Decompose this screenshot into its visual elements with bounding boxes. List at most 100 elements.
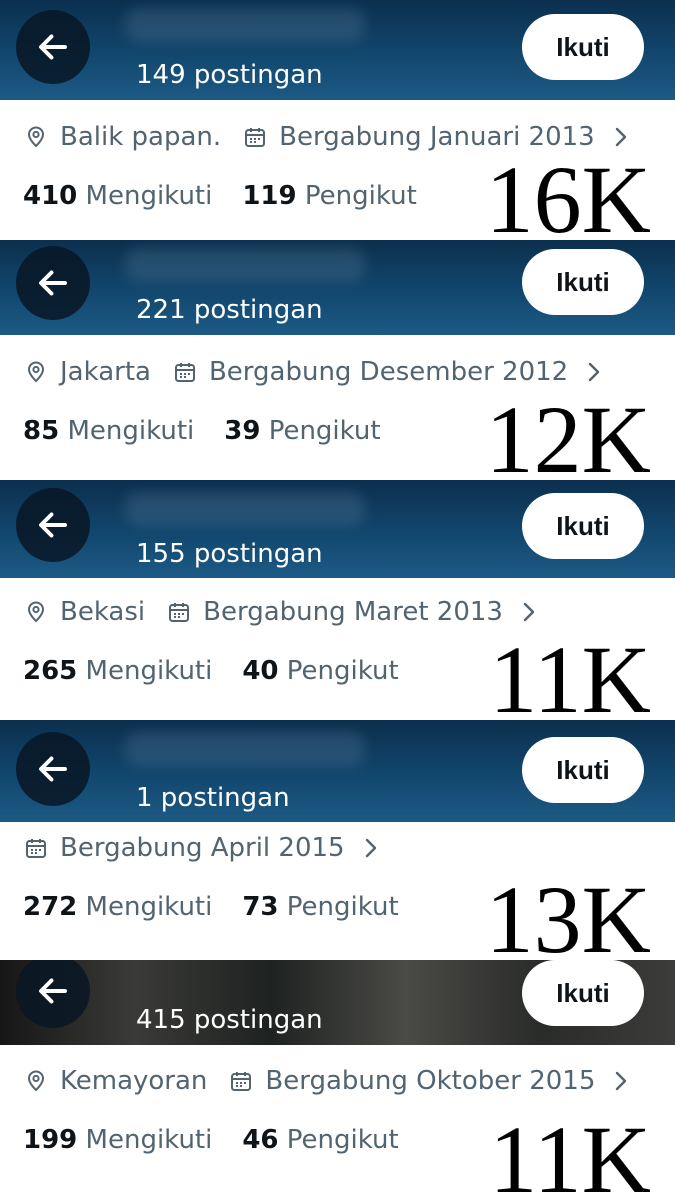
following-label: Mengikuti [85, 892, 213, 922]
following-label: Mengikuti [85, 181, 213, 211]
followers-count: 46 [242, 1125, 279, 1155]
follow-button[interactable]: Ikuti [522, 737, 644, 803]
follow-button[interactable]: Ikuti [522, 14, 644, 80]
calendar-icon [24, 836, 48, 860]
profile-meta: Jakarta Bergabung Desember 2012 [24, 357, 602, 387]
following-count: 410 [23, 181, 78, 211]
arrow-left-icon [35, 751, 71, 787]
calendar-icon [243, 125, 267, 149]
chevron-right-icon[interactable] [613, 1070, 629, 1092]
following-link[interactable]: 85 Mengikuti [23, 416, 194, 446]
calendar-icon [229, 1069, 253, 1093]
followers-label: Pengikut [286, 892, 399, 922]
post-count: 155 postingan [136, 539, 323, 569]
arrow-left-icon [35, 507, 71, 543]
location-text: Kemayoran [60, 1066, 208, 1096]
following-count: 272 [23, 892, 78, 922]
followers-count: 73 [242, 892, 279, 922]
location-text: Balik papan. [60, 122, 222, 152]
profile-card: 155 postingan Ikuti Bekasi Bergabung Mar… [0, 480, 675, 720]
location-pin-icon [24, 125, 48, 149]
location-text: Bekasi [60, 597, 146, 627]
blurred-name [125, 492, 365, 526]
followers-link[interactable]: 39 Pengikut [224, 416, 380, 446]
blurred-name [125, 732, 365, 766]
follower-overlay-number: 11K [489, 626, 651, 721]
chevron-right-icon[interactable] [613, 126, 629, 148]
profile-header: 221 postingan Ikuti [0, 240, 675, 335]
location-pin-icon [24, 600, 48, 624]
post-count: 221 postingan [136, 295, 323, 325]
followers-label: Pengikut [268, 416, 381, 446]
arrow-left-icon [35, 973, 71, 1009]
following-link[interactable]: 199 Mengikuti [23, 1125, 212, 1155]
followers-link[interactable]: 119 Pengikut [242, 181, 416, 211]
joined-date: Bergabung April 2015 [60, 833, 345, 863]
following-link[interactable]: 272 Mengikuti [23, 892, 212, 922]
follow-stats: 265 Mengikuti 40 Pengikut [23, 656, 399, 686]
following-count: 265 [23, 656, 78, 686]
followers-count: 119 [242, 181, 297, 211]
joined-date: Bergabung Desember 2012 [208, 357, 569, 387]
profile-card: 1 postingan Ikuti Bergabung April 2015 2… [0, 720, 675, 960]
joined-date: Bergabung Maret 2013 [203, 597, 503, 627]
profile-header: 415 postingan Ikuti [0, 960, 675, 1045]
blurred-name [125, 8, 365, 42]
joined-date: Bergabung Oktober 2015 [265, 1066, 596, 1096]
follow-stats: 199 Mengikuti 46 Pengikut [23, 1125, 399, 1155]
followers-link[interactable]: 40 Pengikut [242, 656, 398, 686]
back-button[interactable] [16, 960, 90, 1028]
post-count: 149 postingan [136, 60, 323, 90]
location-text: Jakarta [60, 357, 151, 387]
profile-header: 1 postingan Ikuti [0, 720, 675, 822]
chevron-right-icon[interactable] [521, 601, 537, 623]
calendar-icon [173, 360, 197, 384]
followers-label: Pengikut [304, 181, 417, 211]
follow-button[interactable]: Ikuti [522, 493, 644, 559]
followers-label: Pengikut [286, 656, 399, 686]
calendar-icon [167, 600, 191, 624]
profile-header: 149 postingan Ikuti [0, 0, 675, 100]
profile-stack: 149 postingan Ikuti Balik papan. Bergabu… [0, 0, 675, 1200]
profile-meta: Bekasi Bergabung Maret 2013 [24, 597, 537, 627]
follow-button[interactable]: Ikuti [522, 960, 644, 1026]
follow-stats: 410 Mengikuti 119 Pengikut [23, 181, 417, 211]
profile-card: 221 postingan Ikuti Jakarta Bergabung De… [0, 240, 675, 480]
arrow-left-icon [35, 265, 71, 301]
back-button[interactable] [16, 10, 90, 84]
back-button[interactable] [16, 488, 90, 562]
profile-header: 155 postingan Ikuti [0, 480, 675, 578]
follow-button[interactable]: Ikuti [522, 249, 644, 315]
follow-stats: 272 Mengikuti 73 Pengikut [23, 892, 399, 922]
followers-count: 40 [242, 656, 279, 686]
location-pin-icon [24, 1069, 48, 1093]
followers-link[interactable]: 46 Pengikut [242, 1125, 398, 1155]
follower-overlay-number: 16K [485, 146, 651, 241]
chevron-right-icon[interactable] [586, 361, 602, 383]
profile-meta: Bergabung April 2015 [24, 833, 379, 863]
follower-overlay-number: 13K [485, 866, 651, 961]
following-label: Mengikuti [85, 656, 213, 686]
following-link[interactable]: 410 Mengikuti [23, 181, 212, 211]
arrow-left-icon [35, 29, 71, 65]
following-link[interactable]: 265 Mengikuti [23, 656, 212, 686]
blurred-name [125, 248, 365, 282]
post-count: 1 postingan [136, 783, 290, 813]
followers-label: Pengikut [286, 1125, 399, 1155]
profile-card: 415 postingan Ikuti Kemayoran Bergabung … [0, 960, 675, 1200]
following-count: 85 [23, 416, 60, 446]
following-label: Mengikuti [85, 1125, 213, 1155]
follower-overlay-number: 12K [485, 386, 651, 481]
followers-link[interactable]: 73 Pengikut [242, 892, 398, 922]
back-button[interactable] [16, 732, 90, 806]
follow-stats: 85 Mengikuti 39 Pengikut [23, 416, 381, 446]
followers-count: 39 [224, 416, 261, 446]
location-pin-icon [24, 360, 48, 384]
following-label: Mengikuti [67, 416, 195, 446]
post-count: 415 postingan [136, 1005, 323, 1035]
chevron-right-icon[interactable] [363, 837, 379, 859]
profile-meta: Kemayoran Bergabung Oktober 2015 [24, 1066, 629, 1096]
following-count: 199 [23, 1125, 78, 1155]
follower-overlay-number: 11K [489, 1106, 651, 1200]
back-button[interactable] [16, 246, 90, 320]
